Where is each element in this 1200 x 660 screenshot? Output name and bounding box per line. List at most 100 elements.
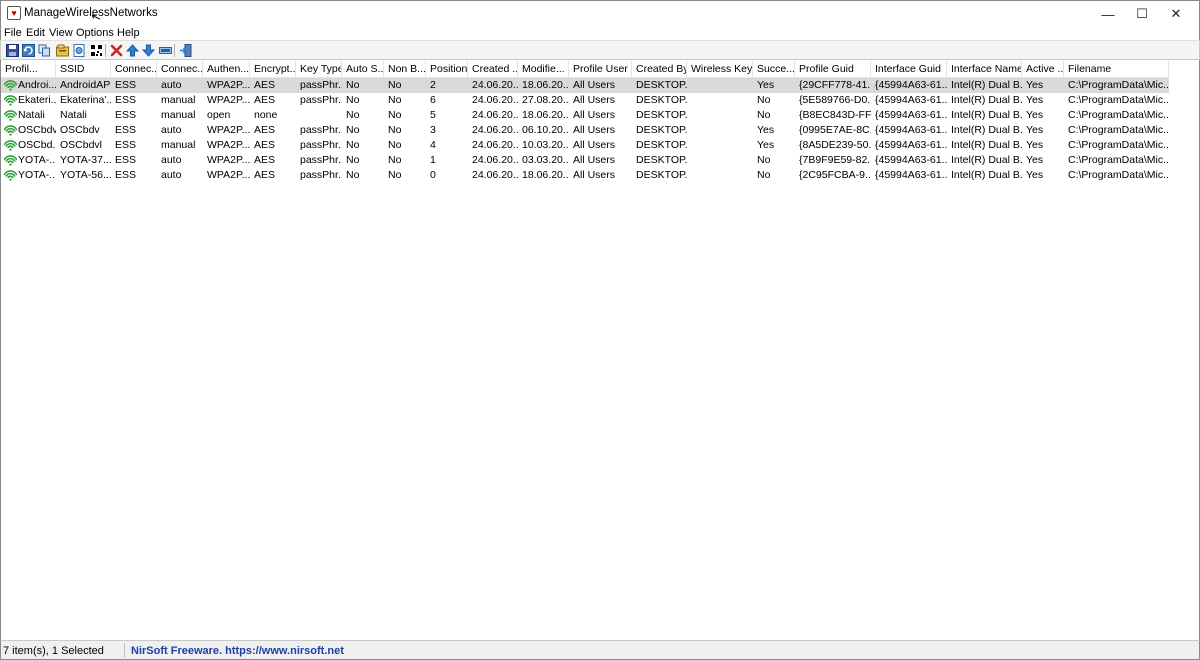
save-icon[interactable] <box>5 43 19 57</box>
column-header[interactable]: Created ... <box>468 60 518 78</box>
table-cell: passPhr... <box>300 79 342 91</box>
properties-icon[interactable] <box>55 43 69 57</box>
table-cell: manual <box>161 94 196 106</box>
table-cell: {0995E7AE-8C... <box>799 124 871 136</box>
table-cell: {45994A63-61... <box>875 109 947 121</box>
column-header[interactable]: Profil... <box>1 60 56 78</box>
table-cell: Yes <box>1026 94 1044 106</box>
table-cell: {45994A63-61... <box>875 124 947 136</box>
table-cell: DESKTOP... <box>636 94 687 106</box>
copy-icon[interactable] <box>37 43 51 57</box>
refresh-icon[interactable] <box>21 43 35 57</box>
table-cell: passPhr... <box>300 169 342 181</box>
column-header[interactable]: Created By <box>632 60 687 78</box>
table-cell: {5E589766-D0... <box>799 94 871 106</box>
table-cell: WPA2P... <box>207 169 250 181</box>
table-cell: WPA2P... <box>207 124 250 136</box>
table-cell: WPA2P... <box>207 79 250 91</box>
move-up-icon[interactable] <box>125 43 139 57</box>
table-cell: All Users <box>573 94 616 106</box>
exit-icon[interactable] <box>178 43 192 57</box>
table-cell: 3 <box>430 124 436 136</box>
table-cell: {45994A63-61... <box>875 139 947 151</box>
table-row[interactable]: YOTA-... YOTA-56... ESS auto WPA2P... AES pass… <box>1 168 1169 183</box>
column-header[interactable]: Wireless Key <box>687 60 753 78</box>
column-header[interactable]: Modifie... <box>518 60 569 78</box>
table-cell: OSCbdv <box>60 124 100 136</box>
column-header[interactable]: Succe... <box>753 60 795 78</box>
table-cell: WPA2P... <box>207 94 250 106</box>
column-header[interactable]: Position <box>426 60 468 78</box>
table-cell <box>687 93 753 108</box>
table-cell: No <box>346 154 360 166</box>
delete-icon[interactable] <box>109 43 123 57</box>
table-cell: Yes <box>1026 139 1044 151</box>
table-cell <box>296 108 342 123</box>
column-header[interactable]: Connec... <box>157 60 203 78</box>
table-row[interactable]: Androi... AndroidAP ESS auto WPA2P... AES pass… <box>1 78 1169 93</box>
table-cell <box>687 153 753 168</box>
table-cell: open <box>207 109 231 121</box>
table-row[interactable]: YOTA-... YOTA-37... ESS auto WPA2P... AES pass… <box>1 153 1169 168</box>
close-button[interactable]: ✕ <box>1153 1 1199 27</box>
table-cell: ESS <box>115 139 137 151</box>
table-cell: ESS <box>115 124 137 136</box>
table-cell: No <box>346 124 360 136</box>
table-cell: 24.06.20... <box>472 79 518 91</box>
nirsoft-link[interactable]: NirSoft Freeware. https://www.nirsoft.ne… <box>131 645 344 657</box>
profiles-list[interactable]: Profil... SSID Connec... Connec... Authe… <box>0 60 1200 640</box>
column-header[interactable]: Non B... <box>384 60 426 78</box>
table-cell: Intel(R) Dual B... <box>951 169 1022 181</box>
table-cell: C:\ProgramData\Mic... <box>1068 139 1169 151</box>
column-header[interactable]: Connec... <box>111 60 157 78</box>
table-cell: auto <box>161 124 182 136</box>
table-cell: WPA2P... <box>207 154 250 166</box>
menu-file[interactable]: File <box>4 26 22 40</box>
table-cell: Yes <box>1026 154 1044 166</box>
menu-edit[interactable]: Edit <box>26 26 45 40</box>
connect-icon[interactable] <box>158 43 172 57</box>
column-header[interactable]: Interface Guid <box>871 60 947 78</box>
column-header[interactable]: Interface Name <box>947 60 1022 78</box>
column-header[interactable]: Key Type <box>296 60 342 78</box>
table-cell: All Users <box>573 124 616 136</box>
move-down-icon[interactable] <box>141 43 155 57</box>
table-cell: C:\ProgramData\Mic... <box>1068 109 1169 121</box>
table-cell: {45994A63-61... <box>875 94 947 106</box>
column-header[interactable]: Authen... <box>203 60 250 78</box>
table-cell: Ekaterina'... <box>60 94 111 106</box>
column-header[interactable]: Profile Guid <box>795 60 871 78</box>
table-cell: Yes <box>1026 79 1044 91</box>
table-cell <box>687 138 753 153</box>
html-report-icon[interactable] <box>72 43 86 57</box>
table-cell: No <box>346 109 360 121</box>
column-header[interactable]: Encrypt... <box>250 60 296 78</box>
column-header[interactable]: SSID <box>56 60 111 78</box>
menu-help[interactable]: Help <box>117 26 140 40</box>
menu-options[interactable]: Options <box>76 26 114 40</box>
table-cell: ESS <box>115 94 137 106</box>
table-cell: 06.10.20... <box>522 124 569 136</box>
table-row[interactable]: Ekateri... Ekaterina'... ESS manual WPA2P...… <box>1 93 1169 108</box>
table-cell: 18.06.20... <box>522 169 569 181</box>
menu-view[interactable]: View <box>49 26 73 40</box>
table-row[interactable]: OSCbd...OSCbdvlESSmanualWPA2P...AESpassP… <box>1 138 1169 153</box>
table-cell: All Users <box>573 109 616 121</box>
column-header[interactable]: Auto S... <box>342 60 384 78</box>
table-cell: 0 <box>430 169 436 181</box>
column-header[interactable]: Filename <box>1064 60 1169 78</box>
toolbar-separator <box>105 44 106 57</box>
table-cell: ESS <box>115 169 137 181</box>
table-cell: 24.06.20... <box>472 124 518 136</box>
table-cell: {45994A63-61... <box>875 79 947 91</box>
column-header[interactable]: Active ... <box>1022 60 1064 78</box>
table-cell: No <box>757 109 771 121</box>
qr-code-icon[interactable] <box>89 43 103 57</box>
table-cell: No <box>388 94 402 106</box>
table-row[interactable]: Natali Natali ESS manual open none No No 5 24.06.… <box>1 108 1169 123</box>
column-header[interactable]: Profile User <box>569 60 632 78</box>
wifi-icon <box>4 140 17 151</box>
table-cell: AES <box>254 154 276 166</box>
table-row[interactable]: OSCbdvOSCbdvESSautoWPA2P...AESpassPhr...… <box>1 123 1169 138</box>
table-cell: 18.06.20... <box>522 109 569 121</box>
